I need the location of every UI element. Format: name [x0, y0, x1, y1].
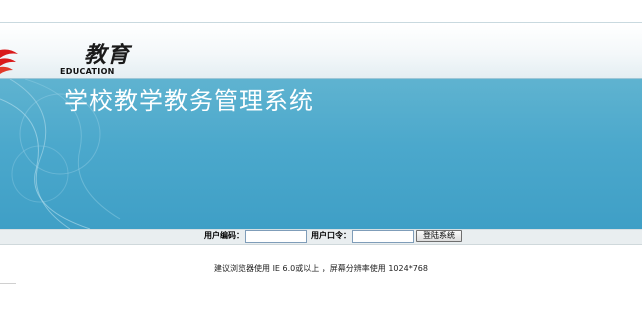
password-input[interactable] [352, 229, 414, 243]
user-code-input[interactable] [245, 229, 307, 243]
user-code-label: 用户编码： [204, 231, 244, 240]
password-label: 用户口令： [311, 231, 351, 240]
browser-recommendation-note: 建议浏览器使用 IE 6.0或以上 ，屏幕分辨率使用 1024*768 [214, 264, 428, 273]
login-form: 用户编码： 用户口令： 登陆系统 [204, 228, 462, 244]
logo-swoosh-icon [0, 49, 18, 74]
top-divider [0, 22, 642, 23]
logo-english-text: EDUCATION [60, 67, 115, 76]
login-button[interactable]: 登陆系统 [416, 230, 462, 242]
logo-chinese-text: 教育 [84, 42, 131, 68]
bottom-divider [0, 283, 16, 284]
system-title: 学校教学教务管理系统 [64, 87, 314, 115]
